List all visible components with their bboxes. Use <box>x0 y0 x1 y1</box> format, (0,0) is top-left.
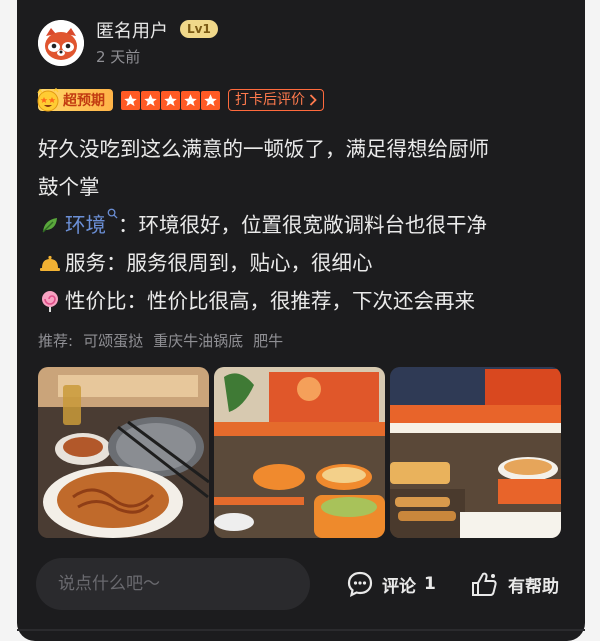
photo-gallery <box>38 367 561 538</box>
comment-button[interactable]: 评论 1 <box>346 568 436 600</box>
recommend-item[interactable]: 肥牛 <box>253 330 283 351</box>
star-rating <box>121 90 220 110</box>
conveyor-photo-2 <box>390 367 561 538</box>
food-photo[interactable] <box>390 367 561 538</box>
recommended-dishes: 推荐: 可颂蛋挞 重庆牛油锅底 肥牛 <box>38 330 283 351</box>
comment-label: 评论 <box>382 576 416 597</box>
recommend-label: 推荐: <box>38 332 74 350</box>
thumbs-up-icon <box>472 572 497 596</box>
review-line: 好久没吃到这么满意的一顿饭了，满足得想给厨师 <box>38 137 489 161</box>
star-icon <box>161 90 180 110</box>
avatar[interactable] <box>38 20 84 66</box>
checkin-label: 打卡后评价 <box>235 92 305 108</box>
rating-row: 超预期 打卡后评价 <box>37 88 324 112</box>
star-icon <box>201 90 220 110</box>
expectation-badge: 超预期 <box>37 88 113 112</box>
environment-label: 环境 <box>65 213 106 237</box>
comment-bubble-icon <box>347 571 373 597</box>
recommend-item[interactable]: 可颂蛋挞 <box>83 330 143 351</box>
review-text: 好久没吃到这么满意的一顿饭了，满足得想给厨师 鼓个掌 环境 ：环境很好，位置很宽… <box>38 130 568 320</box>
comment-count: 1 <box>424 574 436 594</box>
food-photo[interactable] <box>214 367 385 538</box>
level-badge: Lv1 <box>180 20 218 38</box>
search-icon <box>107 208 118 219</box>
service-line: 服务：服务很周到，贴心，很细心 <box>38 244 568 282</box>
value-text: 性价比：性价比很高，很推荐，下次还会再来 <box>65 289 475 313</box>
expectation-label: 超预期 <box>63 93 105 109</box>
chevron-right-icon <box>309 94 317 106</box>
helpful-label: 有帮助 <box>508 576 559 597</box>
leaf-icon <box>38 213 62 237</box>
star-icon <box>121 90 140 110</box>
noodles-photo <box>38 367 209 538</box>
environment-line: 环境 ：环境很好，位置很宽敞调料台也很干净 <box>38 206 568 244</box>
checkin-review-link[interactable]: 打卡后评价 <box>228 89 324 111</box>
review-line: 鼓个掌 <box>38 175 100 199</box>
recommend-item[interactable]: 重庆牛油锅底 <box>153 330 243 351</box>
star-struck-face-icon <box>37 88 59 112</box>
value-line: 性价比：性价比很高，很推荐，下次还会再来 <box>38 282 568 320</box>
star-icon <box>181 90 200 110</box>
conveyor-photo-1 <box>214 367 385 538</box>
comment-input[interactable]: 说点什么吧～ <box>36 558 310 610</box>
service-bell-icon <box>38 251 62 275</box>
environment-link[interactable]: 环境 <box>65 206 118 244</box>
red-panda-avatar-icon <box>38 20 84 66</box>
star-icon <box>141 90 160 110</box>
username[interactable]: 匿名用户 <box>96 17 168 43</box>
food-photo[interactable] <box>38 367 209 538</box>
post-time: 2 天前 <box>96 48 141 66</box>
service-text: 服务：服务很周到，贴心，很细心 <box>65 251 373 275</box>
lollipop-icon <box>38 289 62 313</box>
divider <box>17 629 585 631</box>
environment-text: ：环境很好，位置很宽敞调料台也很干净 <box>118 213 487 237</box>
helpful-button[interactable]: 有帮助 <box>470 568 559 600</box>
